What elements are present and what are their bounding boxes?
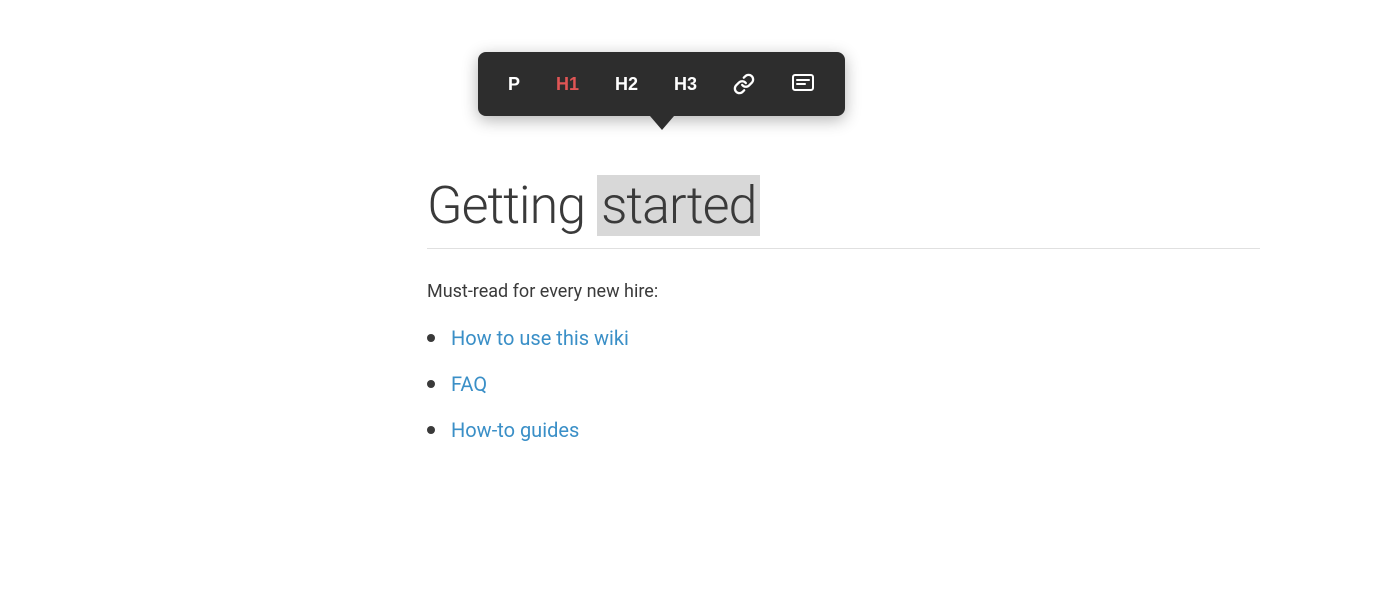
bullet-dot: [427, 380, 435, 388]
comment-icon: [791, 72, 815, 96]
page-title-row: Getting started: [427, 175, 1260, 249]
howto-link[interactable]: How-to guides: [451, 418, 579, 442]
page-title-prefix: Getting: [427, 175, 585, 236]
link-icon: [733, 73, 755, 95]
links-list: How to use this wiki FAQ How-to guides: [427, 326, 1260, 442]
list-item: FAQ: [427, 372, 1260, 396]
page-subtitle: Must-read for every new hire:: [427, 281, 1260, 302]
bullet-dot: [427, 426, 435, 434]
link-button[interactable]: [719, 65, 769, 103]
formatting-toolbar: P H1 H2 H3: [478, 52, 845, 116]
paragraph-button[interactable]: P: [494, 66, 534, 103]
bullet-dot: [427, 334, 435, 342]
list-item: How to use this wiki: [427, 326, 1260, 350]
heading1-button[interactable]: H1: [542, 66, 593, 103]
heading2-button[interactable]: H2: [601, 66, 652, 103]
faq-link[interactable]: FAQ: [451, 372, 487, 396]
main-content: Getting started Must-read for every new …: [427, 175, 1260, 464]
comment-button[interactable]: [777, 64, 829, 104]
list-item: How-to guides: [427, 418, 1260, 442]
page-content: P H1 H2 H3 Getti: [0, 0, 1400, 600]
page-title-highlight: started: [597, 175, 760, 236]
wiki-link[interactable]: How to use this wiki: [451, 326, 629, 350]
heading3-button[interactable]: H3: [660, 66, 711, 103]
